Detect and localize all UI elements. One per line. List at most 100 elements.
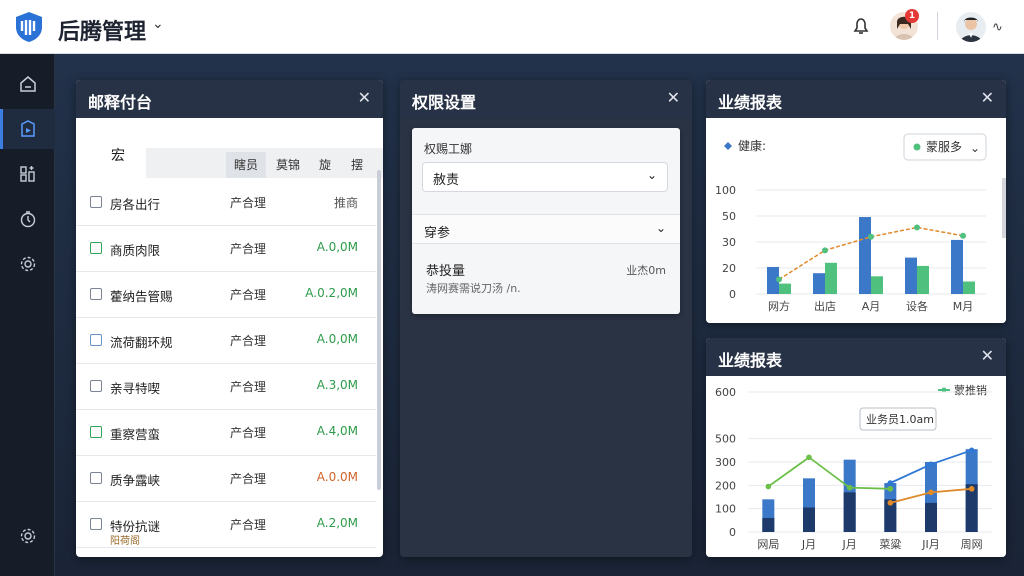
gear-icon xyxy=(20,256,35,272)
chart-tooltip: 业务员1.0am xyxy=(859,407,937,431)
y-tick-label: 30 xyxy=(722,236,736,249)
field-label: 权赐工娜 xyxy=(424,142,473,156)
tab-brocade[interactable]: 莫锦 xyxy=(268,152,308,178)
line-point[interactable] xyxy=(928,489,934,496)
sidebar-item-system-settings[interactable] xyxy=(0,516,55,556)
table-row[interactable]: 流荷翻环规 产合理 A.0,0M xyxy=(76,318,376,364)
line-point[interactable] xyxy=(765,483,772,490)
bar[interactable] xyxy=(859,217,871,294)
close-icon[interactable]: ✕ xyxy=(981,88,994,107)
bell-icon[interactable] xyxy=(850,15,872,37)
line-point[interactable] xyxy=(822,247,828,254)
workbench-header: 邮释付台 ✕ xyxy=(76,80,383,118)
bar[interactable] xyxy=(951,239,963,294)
report-panel-1: 业绩报表 ✕ 健康: 蒙服多 ⌄ 0 20 30 50 100 网方 出店 A月 设各 M月 xyxy=(706,80,1006,323)
line-point[interactable] xyxy=(914,224,920,231)
legend-label: 健康: xyxy=(738,138,766,153)
legend-label: 蒙推销 xyxy=(954,383,987,397)
permission-select[interactable]: 赦责 ⌄ xyxy=(422,162,668,192)
row-checkbox[interactable] xyxy=(90,334,102,346)
bar[interactable] xyxy=(762,518,775,532)
row-amount: 推商 xyxy=(333,196,358,210)
sidebar-item-apps[interactable] xyxy=(0,154,55,194)
sidebar-item-dashboard[interactable] xyxy=(0,109,55,149)
scrollbar[interactable] xyxy=(1002,178,1006,238)
tab-spin[interactable]: 旋 xyxy=(310,152,340,178)
chart-1: 健康: 蒙服多 ⌄ 0 20 30 50 100 网方 出店 A月 设各 M月 xyxy=(706,118,1006,323)
bar[interactable] xyxy=(905,257,917,294)
table-row[interactable]: 藿纳告管赐 产合理 A.0.2,0M xyxy=(76,272,376,318)
row-name: 藿纳告管赐 xyxy=(110,289,173,304)
close-icon[interactable]: ✕ xyxy=(358,88,371,107)
table-row[interactable]: 亲寻特喫 产合理 A.3,0M xyxy=(76,364,376,410)
row-checkbox[interactable] xyxy=(90,242,102,254)
table-row[interactable]: 重察营蛮 产合理 A.4,0M xyxy=(76,410,376,456)
section-value: 业杰0m xyxy=(626,264,666,277)
tab-staff[interactable]: 瞎员 xyxy=(226,152,266,178)
app-title[interactable]: 后腾管理 xyxy=(58,14,146,46)
line-point[interactable] xyxy=(960,232,966,239)
y-tick-label: 300 xyxy=(715,456,736,469)
row-name: 房各出行 xyxy=(110,197,161,212)
y-tick-label: 200 xyxy=(715,479,736,492)
y-tick-label: 100 xyxy=(715,184,736,197)
table-row[interactable]: 特份抗谜 产合理 A.2,0M 阳荷阁 xyxy=(76,502,376,548)
bar[interactable] xyxy=(925,502,937,532)
report-title: 业绩报表 xyxy=(718,93,783,112)
dropdown-label: 蒙服多 xyxy=(926,140,962,154)
bar[interactable] xyxy=(963,281,975,294)
user-avatar[interactable] xyxy=(956,12,986,42)
sidebar xyxy=(0,54,55,576)
row-checkbox[interactable] xyxy=(90,518,102,530)
bar[interactable] xyxy=(917,265,929,294)
row-checkbox[interactable] xyxy=(90,472,102,484)
chevron-down-icon[interactable]: ⌄ xyxy=(152,16,164,32)
accordion-item[interactable]: 穿参 ⌄ xyxy=(412,214,680,244)
series-dropdown[interactable]: 蒙服多 ⌄ xyxy=(903,133,987,161)
line-point[interactable] xyxy=(887,480,894,486)
bar[interactable] xyxy=(825,262,837,294)
workbench-panel: 邮释付台 ✕ 宏 瞎员 莫锦 旋 摆 房各出行 产合理 推商 商质肉限 产合理 A.0,0… xyxy=(76,80,383,557)
sidebar-item-home[interactable] xyxy=(0,64,55,104)
row-role: 产合理 xyxy=(230,334,267,348)
row-checkbox[interactable] xyxy=(90,426,102,438)
line-point[interactable] xyxy=(968,486,975,492)
x-tick-label: 网局 xyxy=(757,538,779,551)
row-amount: A.2,0M xyxy=(316,516,358,530)
y-tick-label: 600 xyxy=(715,386,736,399)
close-icon[interactable]: ✕ xyxy=(667,88,680,107)
bar[interactable] xyxy=(779,283,791,294)
table-row[interactable]: 商质肉限 产合理 A.0,0M xyxy=(76,226,376,272)
scrollbar[interactable] xyxy=(377,170,381,490)
table-row[interactable]: 房各出行 产合理 推商 xyxy=(76,180,376,226)
select-value: 赦责 xyxy=(433,173,460,188)
bar[interactable] xyxy=(843,492,856,532)
sidebar-item-time[interactable] xyxy=(0,199,55,239)
tab-swing[interactable]: 摆 xyxy=(342,152,372,178)
bar[interactable] xyxy=(803,507,815,533)
close-icon[interactable]: ✕ xyxy=(981,346,994,365)
row-name: 质争露峡 xyxy=(110,473,161,488)
line-point[interactable] xyxy=(968,447,975,454)
menu-icon[interactable]: ∿ xyxy=(992,20,1003,35)
line-point[interactable] xyxy=(806,454,812,461)
line-point[interactable] xyxy=(887,486,894,492)
row-checkbox[interactable] xyxy=(90,380,102,392)
row-checkbox[interactable] xyxy=(90,288,102,300)
x-tick-label: JI月 xyxy=(921,538,940,551)
bar[interactable] xyxy=(813,273,825,294)
x-tick-label: 设各 xyxy=(906,299,928,313)
table-row[interactable]: 质争露峡 产合理 A.0.0M xyxy=(76,456,376,502)
line-point[interactable] xyxy=(928,461,934,468)
sidebar-item-settings[interactable] xyxy=(0,244,55,284)
line-point[interactable] xyxy=(776,276,782,283)
tab-active[interactable]: 宏 xyxy=(90,124,146,174)
row-name: 商质肉限 xyxy=(110,243,161,258)
bar[interactable] xyxy=(871,276,883,294)
row-checkbox[interactable] xyxy=(90,196,102,208)
line-point[interactable] xyxy=(887,500,894,506)
line-point[interactable] xyxy=(846,484,853,491)
line-point[interactable] xyxy=(868,233,874,240)
permissions-panel: 权限设置 ✕ 权赐工娜 赦责 ⌄ 穿参 ⌄ 恭投量 业杰0m 涛网赛需说刀汤 /… xyxy=(400,80,692,557)
section-description: 涛网赛需说刀汤 /n. xyxy=(426,282,521,295)
